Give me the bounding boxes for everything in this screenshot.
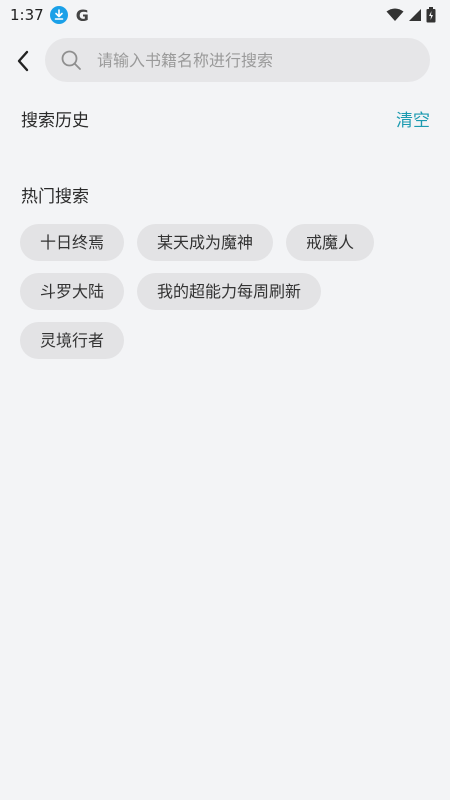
hot-search-tag[interactable]: 十日终焉 (20, 224, 125, 261)
search-input[interactable] (95, 49, 399, 71)
hot-search-tag[interactable]: 灵境行者 (20, 322, 125, 359)
google-icon: G (75, 5, 89, 25)
hot-search-tags: 十日终焉 某天成为魔神 戒魔人 斗罗大陆 我的超能力每周刷新 灵境行者 (20, 224, 430, 359)
status-icons (386, 7, 436, 23)
hot-search-tag[interactable]: 戒魔人 (286, 224, 375, 261)
signal-icon (409, 9, 421, 21)
battery-icon (426, 7, 436, 23)
search-box[interactable] (45, 38, 430, 82)
wifi-icon (386, 8, 404, 21)
search-header (0, 38, 450, 84)
back-button[interactable] (8, 46, 38, 76)
status-time: 1:37 (10, 6, 44, 24)
status-bar: 1:37 G (0, 0, 450, 30)
hot-search-tag[interactable]: 斗罗大陆 (20, 273, 125, 310)
hot-search-tag[interactable]: 我的超能力每周刷新 (137, 273, 322, 310)
back-arrow-icon (17, 50, 29, 72)
hot-search-tag[interactable]: 某天成为魔神 (137, 224, 274, 261)
search-history-title: 搜索历史 (21, 111, 89, 131)
hot-search-title: 热门搜索 (21, 187, 89, 207)
search-icon (59, 48, 83, 72)
download-icon (49, 6, 68, 24)
clear-history-button[interactable]: 清空 (396, 106, 430, 131)
